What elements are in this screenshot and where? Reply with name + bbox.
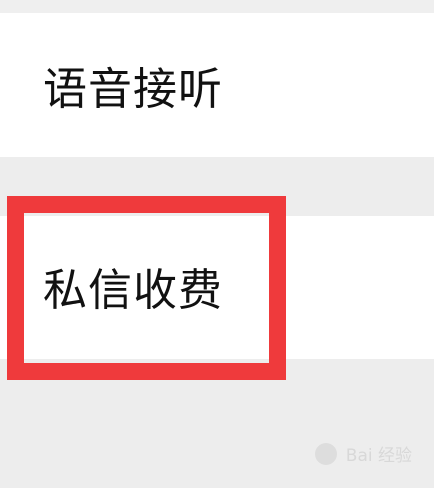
settings-item-label: 私信收费 (43, 265, 223, 316)
settings-item-private-message-fee[interactable]: 私信收费 (0, 216, 434, 359)
top-divider-strip (0, 0, 434, 13)
baidu-jingyan-watermark: Bai 经验 (312, 441, 412, 466)
baidu-paw-icon (315, 443, 338, 465)
watermark-text: Bai 经验 (345, 446, 412, 466)
settings-item-label: 语音接听 (43, 64, 223, 115)
settings-page: 语音接听 私信收费 Bai 经验 (0, 0, 434, 488)
settings-item-voice-answer[interactable]: 语音接听 (0, 13, 434, 157)
